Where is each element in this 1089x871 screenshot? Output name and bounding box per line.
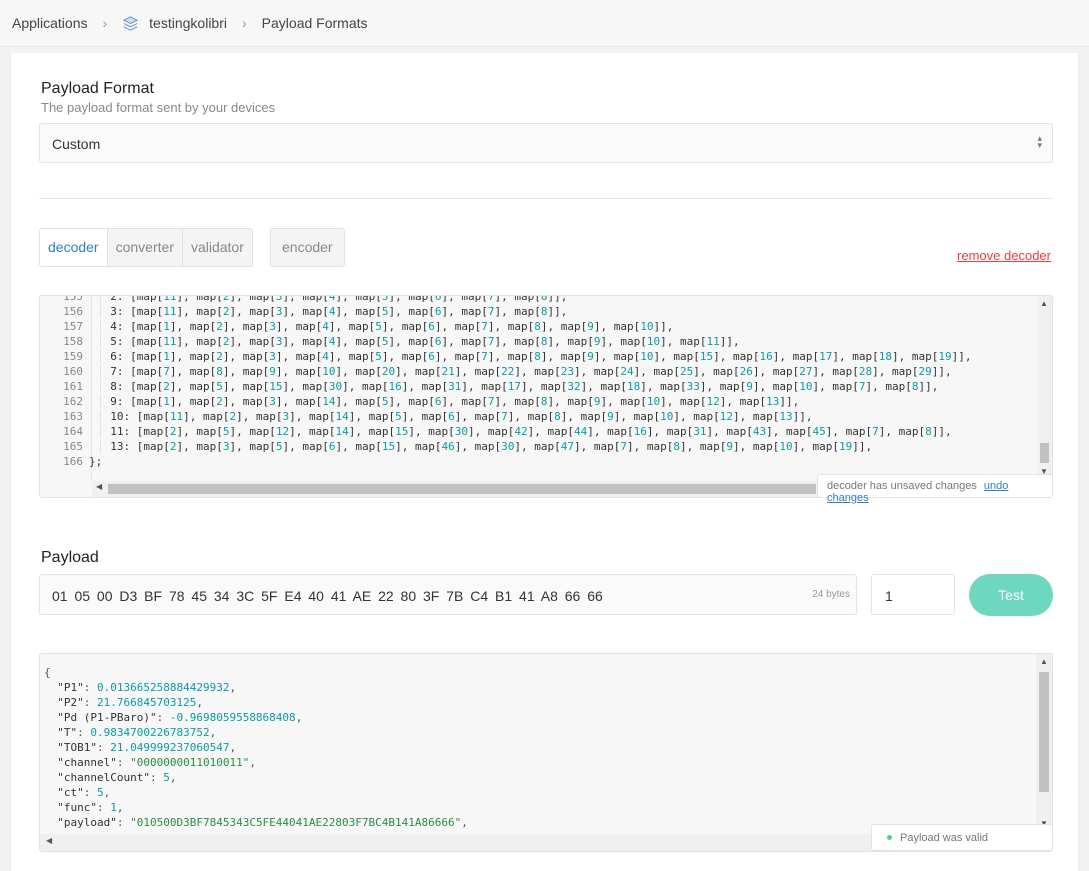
- payload-format-value: Custom: [52, 136, 101, 152]
- json-field: "ct": 5,: [44, 786, 111, 799]
- payload-format-select[interactable]: Custom ▴ ▾: [39, 123, 1053, 163]
- payload-formats-card: Payload Format The payload format sent b…: [10, 53, 1079, 871]
- decoded-result-view[interactable]: { "P1": 0.013665258884429932, "P2": 21.7…: [39, 653, 1053, 852]
- json-field: "func": 1,: [44, 801, 124, 814]
- line-number: 166: [63, 455, 83, 468]
- code-lines: 155 │ 2: [map[11], map[2], map[3], map[4]…: [40, 295, 972, 469]
- chevron-right-icon: ›: [242, 15, 247, 31]
- result-vertical-scrollbar[interactable]: ▲ ▼: [1036, 654, 1052, 834]
- code-line: 157 │ 4: [map[1], map[2], map[3], map[4],…: [40, 319, 972, 334]
- code-line: 162 │ 9: [map[1], map[2], map[3], map[14]…: [40, 394, 972, 409]
- payload-format-title: Payload Format: [41, 80, 154, 97]
- json-field: "payload": "010500D3BF7845343C5FE44041AE…: [44, 816, 468, 829]
- payload-value: 01 05 00 D3 BF 78 45 34 3C 5F E4 40 41 A…: [52, 588, 603, 604]
- test-button[interactable]: Test: [969, 574, 1053, 616]
- json-field: "TOB1": 21.049999237060547,: [44, 741, 237, 754]
- payload-format-subtitle: The payload format sent by your devices: [41, 100, 276, 115]
- scroll-thumb[interactable]: [108, 484, 816, 494]
- line-number: 163: [63, 410, 83, 423]
- line-number: 159: [63, 350, 83, 363]
- port-input[interactable]: 1: [871, 574, 955, 615]
- json-field: "Pd (P1-PBaro)": -0.9698059558868408,: [44, 711, 303, 724]
- line-number: 160: [63, 365, 83, 378]
- line-number: 161: [63, 380, 83, 393]
- code-line: 155 │ 2: [map[11], map[2], map[3], map[4]…: [40, 295, 972, 304]
- line-number: 165: [63, 440, 83, 453]
- code-line: 159 │ 6: [map[1], map[2], map[3], map[4],…: [40, 349, 971, 364]
- line-number: 164: [63, 425, 83, 438]
- json-field: "P2": 21.766845703125,: [44, 696, 203, 709]
- payload-byte-count: 24 bytes: [812, 589, 850, 600]
- breadcrumb-app[interactable]: testingkolibri: [149, 15, 227, 31]
- editor-vertical-scrollbar[interactable]: ▲ ▼: [1037, 296, 1052, 481]
- unsaved-changes-notice: decoder has unsaved changes undo changes: [817, 474, 1053, 504]
- payload-input[interactable]: 01 05 00 D3 BF 78 45 34 3C 5F E4 40 41 A…: [39, 574, 857, 615]
- remove-decoder-link[interactable]: remove decoder: [957, 248, 1051, 263]
- code-line: 165 │ 13: [map[2], map[3], map[5], map[6]…: [40, 439, 972, 454]
- payload-title: Payload: [41, 549, 99, 566]
- payload-valid-status: Payload was valid: [871, 824, 1053, 851]
- json-field: "P1": 0.013665258884429932,: [44, 681, 237, 694]
- json-field: "channel": "0000000011010011",: [44, 756, 256, 769]
- code-line: 161 │ 8: [map[2], map[5], map[15], map[30…: [40, 379, 972, 394]
- code-line: 156 │ 3: [map[11], map[2], map[3], map[4]…: [40, 304, 972, 319]
- code-line: 166};: [40, 454, 972, 469]
- function-tabs: decoder converter validator: [39, 228, 253, 267]
- json-field: "channelCount": 5,: [44, 771, 177, 784]
- scroll-left-icon[interactable]: ◀: [46, 836, 52, 845]
- decoder-code-editor[interactable]: 155 │ 2: [map[11], map[2], map[3], map[4]…: [39, 295, 1053, 498]
- json-open-brace: {: [44, 666, 51, 679]
- line-number: 155: [63, 295, 83, 303]
- unsaved-text: decoder has unsaved changes: [827, 480, 977, 492]
- select-updown-icon: ▴ ▾: [1037, 133, 1042, 150]
- code-line: 164 │ 11: [map[2], map[5], map[12], map[1…: [40, 424, 972, 439]
- code-line: 163 │ 10: [map[11], map[2], map[3], map[1…: [40, 409, 972, 424]
- stack-icon: [123, 15, 139, 31]
- line-number: 156: [63, 305, 83, 318]
- breadcrumb-page: Payload Formats: [261, 15, 368, 31]
- tab-converter[interactable]: converter: [108, 229, 183, 266]
- code-line: 160 │ 7: [map[7], map[8], map[9], map[10]…: [40, 364, 972, 379]
- tab-validator[interactable]: validator: [183, 229, 252, 266]
- scroll-left-icon[interactable]: ◀: [96, 482, 102, 491]
- chevron-right-icon: ›: [102, 15, 108, 31]
- scroll-up-icon[interactable]: ▲: [1040, 299, 1048, 308]
- tab-encoder[interactable]: encoder: [270, 228, 345, 267]
- decoded-json: { "P1": 0.013665258884429932, "P2": 21.7…: [44, 665, 468, 830]
- scroll-thumb[interactable]: [1039, 672, 1049, 792]
- scroll-up-icon[interactable]: ▲: [1040, 657, 1048, 666]
- status-dot-icon: [887, 835, 892, 840]
- tab-decoder[interactable]: decoder: [40, 229, 108, 266]
- line-number: 162: [63, 395, 83, 408]
- line-number: 158: [63, 335, 83, 348]
- json-field: "T": 0.9834700226783752,: [44, 726, 217, 739]
- divider: [39, 198, 1053, 199]
- breadcrumb-applications[interactable]: Applications: [12, 15, 88, 31]
- valid-text: Payload was valid: [900, 832, 989, 844]
- breadcrumb: Applications › testingkolibri › Payload …: [0, 0, 1089, 47]
- scroll-thumb[interactable]: [1040, 443, 1049, 463]
- line-number: 157: [63, 320, 83, 333]
- code-line: 158 │ 5: [map[11], map[2], map[3], map[4]…: [40, 334, 972, 349]
